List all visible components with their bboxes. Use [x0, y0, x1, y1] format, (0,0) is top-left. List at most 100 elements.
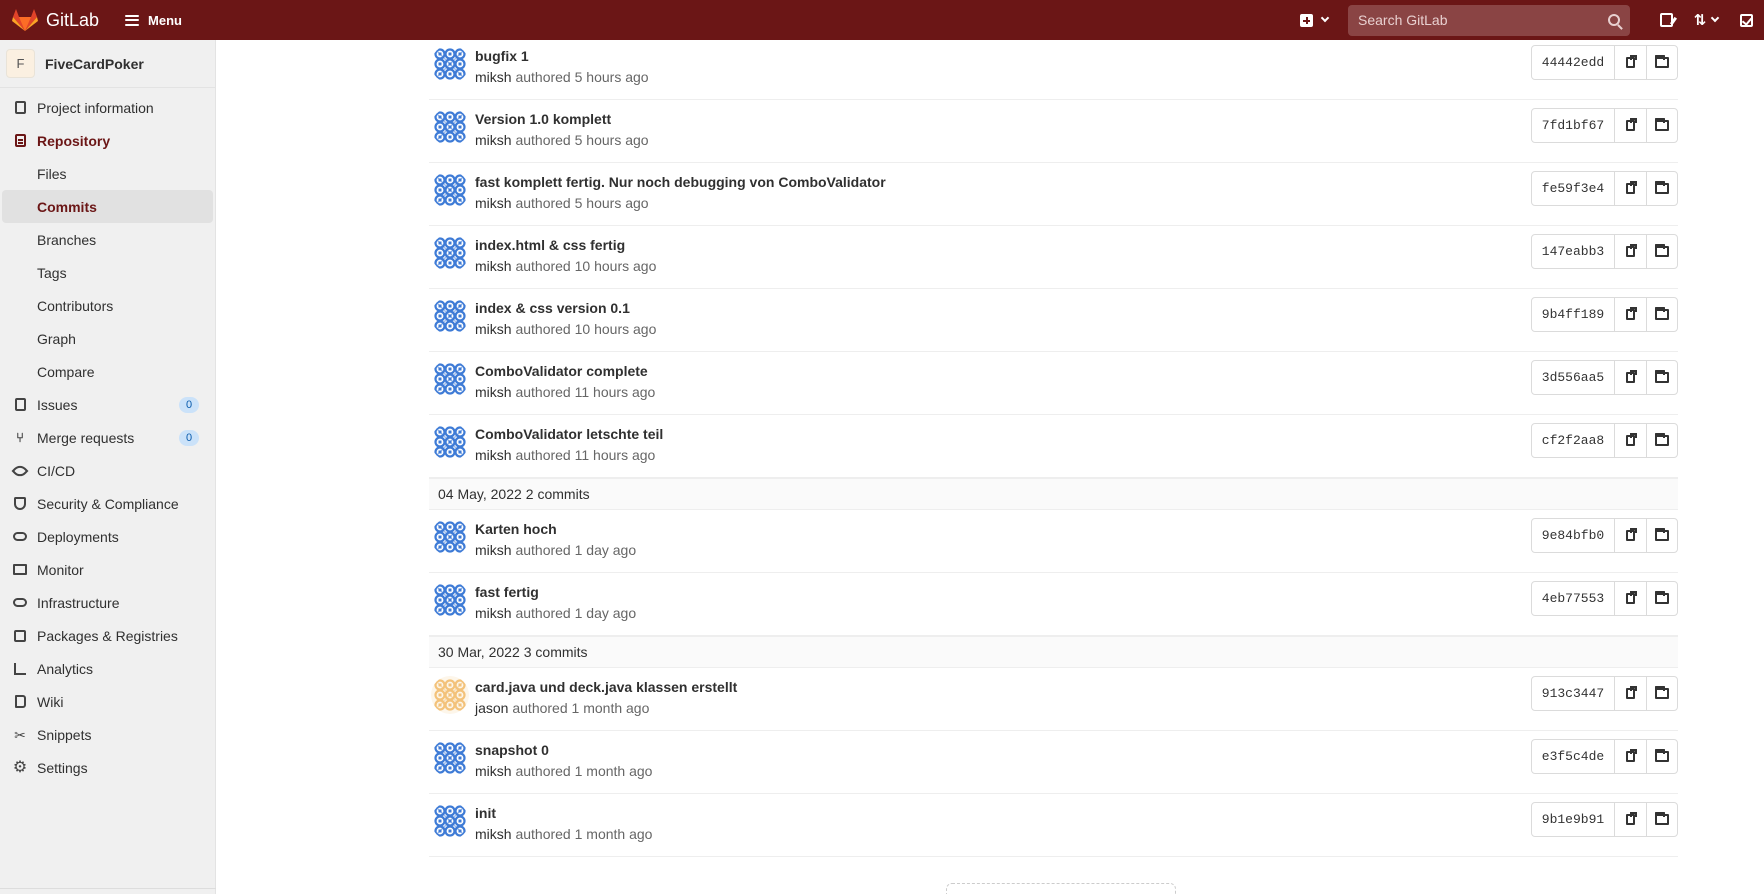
- commit-author-link[interactable]: miksh: [475, 447, 512, 463]
- sidebar-item-graph[interactable]: Graph: [0, 322, 215, 355]
- copy-sha-button[interactable]: [1615, 424, 1646, 457]
- browse-files-button[interactable]: [1646, 740, 1677, 773]
- copy-sha-button[interactable]: [1615, 235, 1646, 268]
- merge-requests-nav-button[interactable]: ⇅: [1684, 11, 1728, 29]
- author-avatar[interactable]: [431, 297, 469, 335]
- browse-files-button[interactable]: [1646, 677, 1677, 710]
- sidebar-item-branches[interactable]: Branches: [0, 223, 215, 256]
- copy-sha-button[interactable]: [1615, 46, 1646, 79]
- sidebar-item-infrastructure[interactable]: Infrastructure: [0, 586, 215, 619]
- commit-sha-link[interactable]: 9e84bfb0: [1532, 519, 1615, 552]
- sidebar-item-analytics[interactable]: Analytics: [0, 652, 215, 685]
- commit-sha-link[interactable]: 147eabb3: [1532, 235, 1615, 268]
- commit-author-link[interactable]: miksh: [475, 605, 512, 621]
- commit-author-link[interactable]: miksh: [475, 826, 512, 842]
- new-dropdown-button[interactable]: [1300, 13, 1330, 27]
- commit-title-link[interactable]: snapshot 0: [475, 742, 652, 758]
- commit-title-link[interactable]: Version 1.0 komplett: [475, 111, 649, 127]
- sidebar-item-project-information[interactable]: Project information: [0, 91, 215, 124]
- commit-title-link[interactable]: bugfix 1: [475, 48, 649, 64]
- copy-sha-button[interactable]: [1615, 582, 1646, 615]
- commit-title-link[interactable]: fast fertig: [475, 584, 636, 600]
- commit-author-link[interactable]: miksh: [475, 542, 512, 558]
- copy-sha-button[interactable]: [1615, 172, 1646, 205]
- commit-sha-link[interactable]: 4eb77553: [1532, 582, 1615, 615]
- todos-nav-button[interactable]: [1728, 13, 1764, 27]
- sidebar-item-compare[interactable]: Compare: [0, 355, 215, 388]
- browse-files-button[interactable]: [1646, 298, 1677, 331]
- author-avatar[interactable]: [431, 171, 469, 209]
- commit-title-link[interactable]: init: [475, 805, 652, 821]
- commit-author-link[interactable]: miksh: [475, 69, 512, 85]
- author-avatar[interactable]: [431, 676, 469, 714]
- commit-author-link[interactable]: miksh: [475, 321, 512, 337]
- commit-sha-link[interactable]: 913c3447: [1532, 677, 1615, 710]
- sidebar-item-settings[interactable]: ⚙ Settings: [0, 751, 215, 784]
- commit-sha-link[interactable]: 9b1e9b91: [1532, 803, 1615, 836]
- sidebar-item-monitor[interactable]: Monitor: [0, 553, 215, 586]
- sidebar-item-tags[interactable]: Tags: [0, 256, 215, 289]
- sidebar-item-deployments[interactable]: Deployments: [0, 520, 215, 553]
- search-box[interactable]: [1348, 4, 1630, 36]
- browse-files-button[interactable]: [1646, 424, 1677, 457]
- author-avatar[interactable]: [431, 360, 469, 398]
- copy-sha-button[interactable]: [1615, 519, 1646, 552]
- commit-author-link[interactable]: miksh: [475, 132, 512, 148]
- commit-sha-link[interactable]: 44442edd: [1532, 46, 1615, 79]
- copy-sha-button[interactable]: [1615, 298, 1646, 331]
- sidebar-item-repository[interactable]: Repository: [0, 124, 215, 157]
- author-avatar[interactable]: [431, 108, 469, 146]
- sidebar-project-header[interactable]: F FiveCardPoker: [0, 40, 215, 88]
- browse-files-button[interactable]: [1646, 519, 1677, 552]
- browse-files-button[interactable]: [1646, 46, 1677, 79]
- commit-title-link[interactable]: fast komplett fertig. Nur noch debugging…: [475, 174, 886, 190]
- commit-sha-link[interactable]: cf2f2aa8: [1532, 424, 1615, 457]
- author-avatar[interactable]: [431, 45, 469, 83]
- sidebar-item-security-compliance[interactable]: Security & Compliance: [0, 487, 215, 520]
- author-avatar[interactable]: [431, 234, 469, 272]
- sidebar-item-ci-cd[interactable]: CI/CD: [0, 454, 215, 487]
- commit-sha-link[interactable]: e3f5c4de: [1532, 740, 1615, 773]
- browse-files-button[interactable]: [1646, 361, 1677, 394]
- commit-sha-link[interactable]: 9b4ff189: [1532, 298, 1615, 331]
- commit-sha-link[interactable]: fe59f3e4: [1532, 172, 1615, 205]
- sidebar-item-merge-requests[interactable]: ⑂ Merge requests 0: [0, 421, 215, 454]
- sidebar-item-packages-registries[interactable]: Packages & Registries: [0, 619, 215, 652]
- sidebar-item-wiki[interactable]: Wiki: [0, 685, 215, 718]
- commit-author-link[interactable]: jason: [475, 700, 508, 716]
- author-avatar[interactable]: [431, 739, 469, 777]
- sidebar-item-snippets[interactable]: ✂ Snippets: [0, 718, 215, 751]
- author-avatar[interactable]: [431, 518, 469, 556]
- browse-files-button[interactable]: [1646, 172, 1677, 205]
- copy-sha-button[interactable]: [1615, 677, 1646, 710]
- sidebar-item-issues[interactable]: Issues 0: [0, 388, 215, 421]
- commit-author-link[interactable]: miksh: [475, 195, 512, 211]
- browse-files-button[interactable]: [1646, 803, 1677, 836]
- sidebar-item-commits[interactable]: Commits: [2, 190, 213, 223]
- search-input[interactable]: [1358, 12, 1588, 28]
- commit-title-link[interactable]: ComboValidator letschte teil: [475, 426, 663, 442]
- commit-title-link[interactable]: card.java und deck.java klassen erstellt: [475, 679, 737, 695]
- copy-sha-button[interactable]: [1615, 740, 1646, 773]
- menu-button[interactable]: Menu: [125, 13, 182, 28]
- browse-files-button[interactable]: [1646, 109, 1677, 142]
- author-avatar[interactable]: [431, 581, 469, 619]
- commit-sha-link[interactable]: 3d556aa5: [1532, 361, 1615, 394]
- commit-title-link[interactable]: Karten hoch: [475, 521, 636, 537]
- commit-author-link[interactable]: miksh: [475, 384, 512, 400]
- gitlab-logo[interactable]: GitLab: [12, 8, 99, 32]
- issues-nav-button[interactable]: [1648, 13, 1684, 27]
- commit-title-link[interactable]: index.html & css fertig: [475, 237, 656, 253]
- browse-files-button[interactable]: [1646, 235, 1677, 268]
- author-avatar[interactable]: [431, 802, 469, 840]
- sidebar-item-contributors[interactable]: Contributors: [0, 289, 215, 322]
- commit-title-link[interactable]: ComboValidator complete: [475, 363, 655, 379]
- commit-title-link[interactable]: index & css version 0.1: [475, 300, 656, 316]
- copy-sha-button[interactable]: [1615, 361, 1646, 394]
- browse-files-button[interactable]: [1646, 582, 1677, 615]
- commit-author-link[interactable]: miksh: [475, 258, 512, 274]
- author-avatar[interactable]: [431, 423, 469, 461]
- sidebar-item-files[interactable]: Files: [0, 157, 215, 190]
- copy-sha-button[interactable]: [1615, 803, 1646, 836]
- copy-sha-button[interactable]: [1615, 109, 1646, 142]
